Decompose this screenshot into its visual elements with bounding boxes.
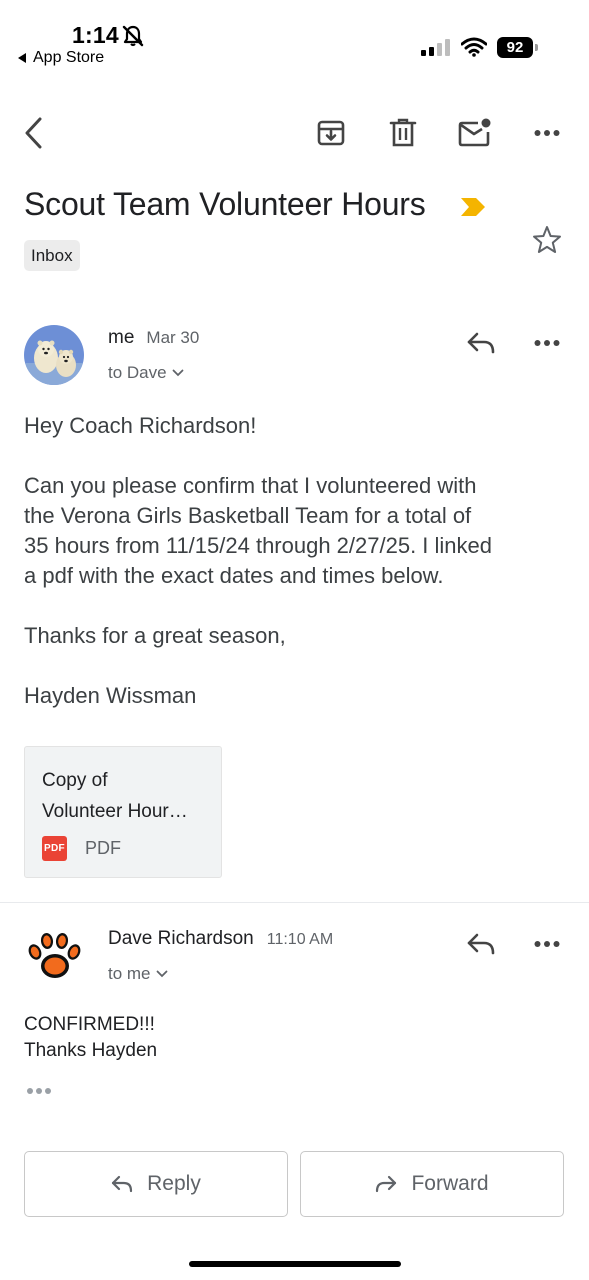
message1-reply-button[interactable] [463,325,499,361]
reply-icon [112,1175,133,1193]
message2-more-button[interactable] [529,926,565,962]
message2-body: CONFIRMED!!! Thanks Hayden [24,1012,157,1064]
more-options-button[interactable] [529,115,565,151]
polar-bears-avatar-image [24,325,84,385]
message1-signature: Hayden Wissman [24,683,197,708]
pdf-file-icon: PDF [42,836,67,861]
message1-closing: Thanks for a great season, [24,623,286,648]
reply-button[interactable]: Reply [24,1151,288,1217]
back-arrow-icon [25,117,42,149]
message1-paragraph: Can you please confirm that I volunteere… [24,471,574,591]
message2-line: CONFIRMED!!! [24,1014,155,1035]
delete-button[interactable] [385,115,421,151]
wifi-icon [461,37,487,57]
home-indicator[interactable] [189,1261,401,1267]
chevron-down-icon [172,369,183,377]
attachment-name-line: Copy of [42,770,108,791]
more-icon [534,130,560,136]
sender-avatar-dave[interactable] [24,927,84,987]
message1-greeting: Hey Coach Richardson! [24,413,257,438]
message1-paragraph-line: a pdf with the exact dates and times bel… [24,563,444,588]
reply-button-label: Reply [147,1172,201,1195]
message1-recipients-toggle[interactable]: to Dave [108,363,184,383]
reply-icon [467,332,495,354]
message2-line: Thanks Hayden [24,1040,158,1061]
message2-recipients-toggle[interactable]: to me [108,964,168,984]
battery-level: 92 [497,37,533,58]
attachment-type: PDF [85,838,121,858]
pdf-attachment-card[interactable]: Copy of Volunteer Hour… PDF PDF [24,746,222,878]
chevron-down-icon [156,970,167,978]
inbox-label-chip[interactable]: Inbox [24,240,80,271]
forward-icon [376,1175,397,1193]
show-trimmed-content-button[interactable] [26,1083,52,1101]
archive-button[interactable] [313,115,349,151]
back-button[interactable] [16,115,52,151]
bell-muted-icon [122,25,144,47]
message-divider [0,902,589,903]
message2-time: 11:10 AM [266,931,334,948]
forward-button-label: Forward [411,1172,489,1195]
message1-paragraph-line: 35 hours from 11/15/24 through 2/27/25. … [24,533,493,558]
back-to-app-store[interactable]: App Store [18,49,104,67]
more-icon [534,340,560,346]
trash-icon [389,118,417,147]
message1-header: me Mar 30 [108,327,199,349]
message1-paragraph-line: the Verona Girls Basketball Team for a t… [24,503,472,528]
archive-icon [317,120,345,146]
star-icon[interactable] [531,224,563,256]
email-subject: Scout Team Volunteer Hours [24,186,426,222]
message2-reply-button[interactable] [463,926,499,962]
status-time: 1:14 [72,22,119,48]
mark-unread-icon [458,118,491,147]
back-app-label: App Store [33,49,105,66]
mark-unread-button[interactable] [457,115,493,151]
ellipsis-icon [27,1088,51,1094]
importance-marker-icon[interactable] [459,196,487,218]
attachment-name: Copy of Volunteer Hour… [42,765,212,827]
battery-indicator: 92 [497,37,539,58]
message1-sender: me [108,327,135,348]
cellular-signal-icon [421,39,450,56]
message1-to: to Dave [108,363,167,382]
tiger-paw-avatar-image [24,927,84,987]
more-icon [534,941,560,947]
message1-paragraph-line: Can you please confirm that I volunteere… [24,473,477,498]
message2-to: to me [108,964,151,983]
sender-avatar-me[interactable] [24,325,84,385]
reply-icon [467,933,495,955]
forward-button[interactable]: Forward [300,1151,564,1217]
attachment-name-line: Volunteer Hour… [42,801,188,822]
message1-date: Mar 30 [146,328,200,347]
message2-header: Dave Richardson 11:10 AM [108,928,333,950]
message2-sender: Dave Richardson [108,928,254,949]
back-triangle-icon [18,53,26,63]
message1-more-button[interactable] [529,325,565,361]
